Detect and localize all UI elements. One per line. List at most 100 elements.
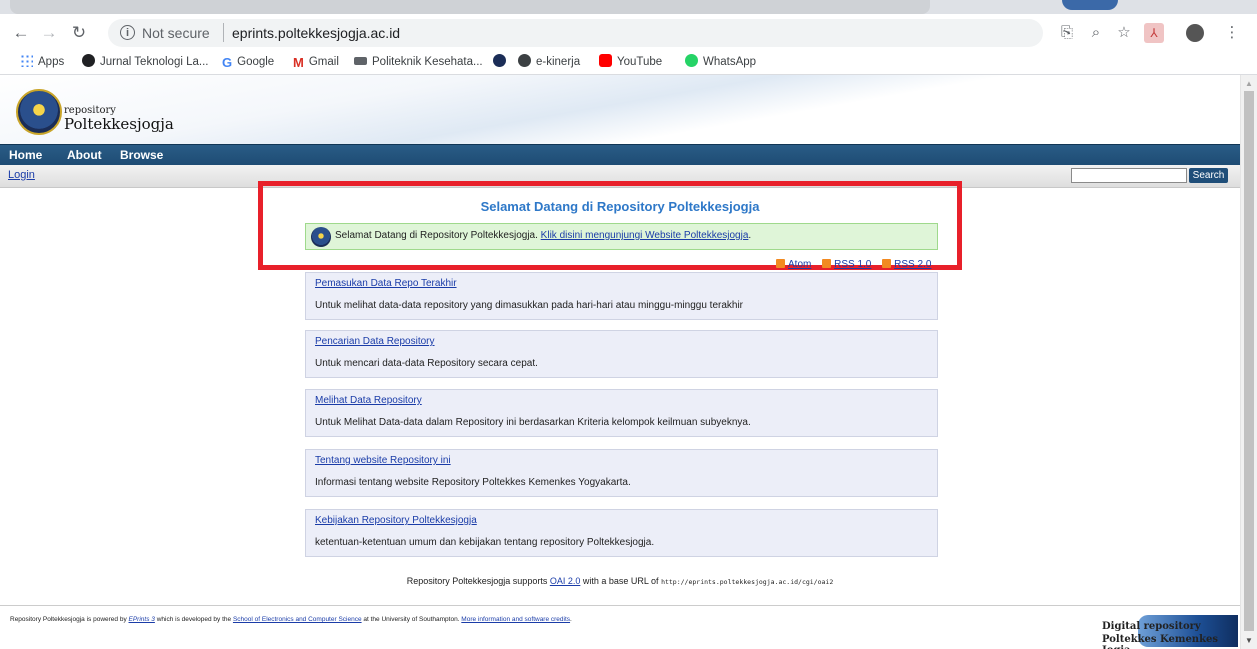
- active-tab[interactable]: [10, 0, 930, 14]
- feed-rss1[interactable]: RSS 1.0: [834, 259, 871, 270]
- url-text[interactable]: eprints.poltekkesjogja.ac.id: [232, 25, 400, 41]
- page-scrollbar[interactable]: ▲ ▼: [1240, 75, 1257, 649]
- footer-t2: which is developed by the: [154, 616, 233, 623]
- bookmark-label: Jurnal Teknologi La...: [100, 56, 209, 68]
- bookmark-label: YouTube: [617, 56, 663, 68]
- list-item: Pencarian Data Repository Untuk mencari …: [305, 330, 938, 378]
- tab-strip: [0, 0, 1257, 14]
- list-item: Melihat Data Repository Untuk Melihat Da…: [305, 389, 938, 437]
- card-description: Informasi tentang website Repository Pol…: [315, 477, 631, 488]
- bookmark-poltekkes[interactable]: [493, 54, 511, 70]
- bookmark-whatsapp[interactable]: WhatsApp: [685, 54, 756, 70]
- scroll-up-icon[interactable]: ▲: [1245, 79, 1253, 88]
- rss-icon: [822, 259, 832, 268]
- main-menu: Home About Browse: [0, 144, 1240, 166]
- bookmark-gmail[interactable]: M Gmail: [293, 54, 339, 70]
- bookmark-label: WhatsApp: [703, 56, 757, 68]
- poltekkes-icon: [493, 54, 506, 67]
- youtube-icon: [599, 54, 612, 67]
- footer-t3: at the University of Southampton.: [361, 616, 462, 623]
- logo-line2: Poltekkes Kemenkes Jogja: [1102, 634, 1219, 649]
- browser-toolbar: ← → ↻ i Not secure eprints.poltekkesjogj…: [0, 14, 1257, 50]
- feed-atom[interactable]: Atom: [788, 259, 811, 270]
- footer-t4: .: [570, 616, 572, 623]
- whatsapp-icon: [685, 54, 698, 67]
- list-item: Pemasukan Data Repo Terakhir Untuk melih…: [305, 272, 938, 320]
- poltekkes-logo-icon[interactable]: [16, 89, 62, 135]
- bookmark-label: Apps: [38, 56, 65, 68]
- card-link[interactable]: Kebijakan Repository Poltekkesjogja: [315, 515, 477, 526]
- bookmarks-bar: Apps Jurnal Teknologi La... G Google M Gma…: [0, 50, 1257, 75]
- bookmark-label: Google: [237, 56, 275, 68]
- bookmark-google[interactable]: G Google: [222, 54, 274, 70]
- card-description: Untuk melihat data-data repository yang …: [315, 300, 744, 311]
- bookmark-label: Politeknik Kesehata...: [372, 56, 483, 68]
- card-link[interactable]: Pemasukan Data Repo Terakhir: [315, 278, 457, 289]
- oai-prefix: Repository Poltekkesjogja supports: [406, 576, 550, 586]
- globe-icon: [518, 54, 531, 67]
- translate-icon[interactable]: ⎘: [1057, 23, 1077, 43]
- avatar[interactable]: [1186, 24, 1204, 42]
- oai-middle: with a base URL of: [580, 576, 662, 586]
- security-label[interactable]: Not secure: [142, 25, 210, 41]
- search-button[interactable]: Search: [1189, 168, 1228, 183]
- apps-grid-icon: [20, 54, 33, 67]
- jurnal-icon: [82, 54, 95, 67]
- footer-text: Repository Poltekkesjogja is powered by …: [10, 616, 572, 623]
- gmail-icon: M: [293, 55, 304, 70]
- login-link[interactable]: Login: [8, 169, 35, 181]
- address-bar[interactable]: i Not secure eprints.poltekkesjogja.ac.i…: [108, 19, 1043, 47]
- bookmark-youtube[interactable]: YouTube: [599, 54, 662, 70]
- politeknik-icon: [354, 57, 367, 65]
- menu-browse[interactable]: Browse: [120, 148, 163, 162]
- credits-link[interactable]: More information and software credits: [461, 616, 570, 623]
- oai-base-url: http://eprints.poltekkesjogja.ac.id/cgi/…: [661, 578, 834, 586]
- footer-divider: [0, 605, 1240, 606]
- card-description: Untuk mencari data-data Repository secar…: [315, 358, 538, 369]
- card-link[interactable]: Melihat Data Repository: [315, 395, 422, 406]
- omnibox-separator: [223, 23, 224, 42]
- menu-home[interactable]: Home: [9, 148, 42, 162]
- digital-repository-logo: Digital repository Poltekkes Kemenkes Jo…: [1098, 613, 1240, 649]
- list-item: Kebijakan Repository Poltekkesjogja kete…: [305, 509, 938, 557]
- oai-link[interactable]: OAI 2.0: [550, 576, 581, 586]
- rss-icon: [882, 259, 892, 268]
- reload-icon[interactable]: ↻: [68, 22, 90, 44]
- bookmark-label: e-kinerja: [536, 56, 581, 68]
- card-description: Untuk Melihat Data-data dalam Repository…: [315, 417, 751, 428]
- footer-t1: Repository Poltekkesjogja is powered by: [10, 616, 129, 623]
- card-description: ketentuan-ketentuan umum dan kebijakan t…: [315, 537, 655, 548]
- info-icon[interactable]: i: [120, 25, 135, 40]
- profile-tab-icon[interactable]: [1062, 0, 1118, 10]
- feed-links: Atom RSS 1.0 RSS 2.0: [776, 259, 939, 270]
- zoom-icon[interactable]: ⌕: [1086, 23, 1106, 43]
- rss-icon: [776, 259, 785, 268]
- bookmark-star-icon[interactable]: ☆: [1114, 23, 1134, 43]
- menu-about[interactable]: About: [67, 148, 102, 162]
- oai-info: Repository Poltekkesjogja supports OAI 2…: [0, 576, 1240, 586]
- site-header: repository Poltekkesjogja: [0, 75, 1240, 144]
- scroll-down-icon[interactable]: ▼: [1245, 636, 1253, 645]
- red-highlight-frame: [258, 181, 962, 270]
- card-link[interactable]: Tentang website Repository ini: [315, 455, 451, 466]
- card-link[interactable]: Pencarian Data Repository: [315, 336, 435, 347]
- pdf-extension-icon[interactable]: ⅄: [1144, 23, 1164, 43]
- logo-title: Poltekkesjogja: [64, 115, 174, 133]
- school-link[interactable]: School of Electronics and Computer Scien…: [233, 616, 362, 623]
- search-input[interactable]: [1071, 168, 1187, 183]
- bookmark-ekinerja[interactable]: e-kinerja: [518, 54, 580, 70]
- logo-line1: Digital repository: [1102, 621, 1201, 632]
- scroll-thumb[interactable]: [1244, 91, 1254, 631]
- bookmark-politeknik[interactable]: Politeknik Kesehata...: [354, 54, 483, 70]
- bookmark-jurnal[interactable]: Jurnal Teknologi La...: [82, 54, 208, 70]
- eprints-link[interactable]: EPrints 3: [129, 616, 155, 623]
- arrow-left-icon[interactable]: ←: [10, 22, 32, 44]
- arrow-right-icon[interactable]: →: [38, 22, 60, 44]
- bookmark-label: Gmail: [308, 56, 339, 68]
- bookmark-apps[interactable]: Apps: [20, 54, 64, 70]
- menu-kebab-icon[interactable]: ⋮: [1222, 23, 1242, 43]
- google-icon: G: [222, 55, 233, 70]
- list-item: Tentang website Repository ini Informasi…: [305, 449, 938, 497]
- feed-rss2[interactable]: RSS 2.0: [894, 259, 931, 270]
- page-viewport: repository Poltekkesjogja Home About Bro…: [0, 75, 1240, 649]
